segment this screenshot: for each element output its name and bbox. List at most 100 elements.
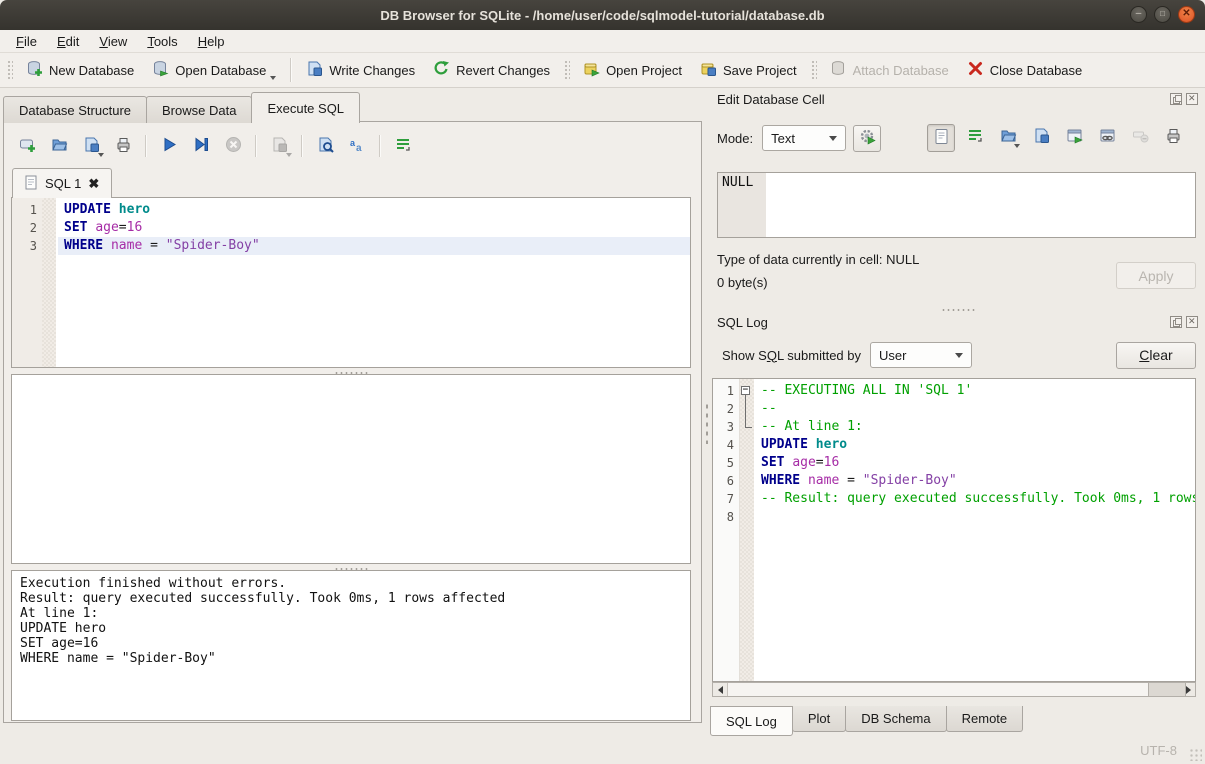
link-window-button[interactable] bbox=[1094, 124, 1120, 150]
line-number: 6 bbox=[713, 472, 739, 490]
menu-item-help[interactable]: Help bbox=[188, 32, 235, 51]
menu-item-view[interactable]: View bbox=[89, 32, 137, 51]
save-sql-file-button[interactable] bbox=[76, 132, 106, 160]
panel-splitter[interactable] bbox=[702, 121, 710, 723]
word-wrap-button[interactable] bbox=[388, 132, 418, 160]
open-sql-file-button[interactable] bbox=[44, 132, 74, 160]
bottom-dock-tab-bar: SQL LogPlotDB SchemaRemote bbox=[710, 706, 1022, 736]
print-button[interactable] bbox=[1160, 124, 1186, 150]
fold-marker bbox=[739, 418, 755, 436]
chevron-down-icon bbox=[955, 353, 963, 358]
submitted-by-select[interactable]: User bbox=[870, 342, 972, 368]
message-line: WHERE name = "Spider-Boy" bbox=[20, 651, 682, 666]
dock-splitter[interactable] bbox=[710, 306, 1205, 311]
resize-grip-icon[interactable] bbox=[1189, 748, 1202, 761]
new-database-button[interactable]: New Database bbox=[17, 56, 143, 84]
clear-log-button[interactable]: Clear bbox=[1116, 342, 1196, 369]
log-horizontal-scrollbar[interactable] bbox=[712, 682, 1196, 697]
float-dock-icon[interactable] bbox=[1170, 93, 1182, 105]
sql-editor[interactable]: 1UPDATE hero2SET age=163WHERE name = "Sp… bbox=[11, 197, 691, 368]
save-sql-file-icon bbox=[83, 136, 100, 156]
scroll-track[interactable] bbox=[728, 683, 1180, 696]
scroll-left-arrow[interactable] bbox=[713, 683, 728, 696]
sql-log-dock-title: SQL Log bbox=[717, 315, 768, 330]
new-sql-tab-button[interactable] bbox=[12, 132, 42, 160]
bottom-tab-plot[interactable]: Plot bbox=[792, 706, 846, 732]
bottom-tab-db-schema[interactable]: DB Schema bbox=[845, 706, 946, 732]
sql-editor-toolbar: aa bbox=[12, 131, 418, 161]
line-number: 1 bbox=[713, 382, 739, 400]
toolbar-button-label: Close Database bbox=[990, 63, 1083, 78]
code-line-text: WHERE name = "Spider-Boy" bbox=[755, 472, 1195, 490]
tab-browse-data[interactable]: Browse Data bbox=[146, 96, 252, 123]
code-line: 3WHERE name = "Spider-Boy" bbox=[12, 237, 690, 255]
open-project-button[interactable]: Open Project bbox=[574, 56, 691, 84]
close-button[interactable]: ✕ bbox=[1178, 6, 1195, 23]
dropdown-caret-icon bbox=[286, 153, 292, 157]
set-null-button bbox=[1127, 124, 1153, 150]
close-dock-icon[interactable] bbox=[1186, 316, 1198, 328]
export-data-button[interactable] bbox=[1028, 124, 1054, 150]
bottom-tab-sql-log[interactable]: SQL Log bbox=[710, 706, 793, 736]
execute-all-button[interactable] bbox=[154, 132, 184, 160]
tab-database-structure[interactable]: Database Structure bbox=[3, 96, 147, 123]
main-toolbar: New Database Open Database Write ChangesRe… bbox=[0, 53, 1205, 88]
fold-marker bbox=[42, 219, 58, 237]
find-replace-button[interactable] bbox=[310, 132, 340, 160]
toolbar-button-label: Open Project bbox=[606, 63, 682, 78]
submitted-by-value: User bbox=[879, 348, 906, 363]
import-data-button[interactable] bbox=[995, 124, 1021, 150]
bottom-tab-remote[interactable]: Remote bbox=[946, 706, 1024, 732]
word-wrap-button[interactable] bbox=[962, 124, 988, 150]
sql-tab-label: SQL 1 bbox=[45, 176, 81, 191]
close-database-button[interactable]: Close Database bbox=[958, 56, 1092, 84]
save-project-button[interactable]: Save Project bbox=[691, 56, 806, 84]
code-line-text: SET age=16 bbox=[58, 219, 690, 237]
sql-log-pane[interactable]: 1−-- EXECUTING ALL IN 'SQL 1'2--3-- At l… bbox=[712, 378, 1196, 682]
apply-changes-gear-icon bbox=[859, 128, 876, 148]
cell-value-editor[interactable]: NULL bbox=[717, 172, 1196, 238]
main-tab-bar: Database StructureBrowse DataExecute SQL bbox=[3, 92, 359, 123]
new-database-icon bbox=[26, 60, 43, 80]
mode-select[interactable]: Text bbox=[762, 125, 846, 151]
execute-line-button[interactable] bbox=[186, 132, 216, 160]
open-database-button[interactable]: Open Database bbox=[143, 56, 285, 84]
results-grid[interactable] bbox=[11, 374, 691, 564]
format-sql-icon: aa bbox=[349, 136, 366, 156]
execution-message-pane[interactable]: Execution finished without errors.Result… bbox=[11, 570, 691, 721]
scroll-thumb[interactable] bbox=[1148, 683, 1186, 696]
menu-item-edit[interactable]: Edit bbox=[47, 32, 89, 51]
tab-execute-sql[interactable]: Execute SQL bbox=[251, 92, 360, 123]
format-sql-button[interactable]: aa bbox=[342, 132, 372, 160]
open-project-icon bbox=[583, 60, 600, 80]
menu-item-file[interactable]: File bbox=[6, 32, 47, 51]
word-wrap-icon bbox=[967, 127, 984, 147]
maximize-button[interactable]: □ bbox=[1154, 6, 1171, 23]
fold-marker bbox=[739, 454, 755, 472]
print-icon bbox=[1165, 127, 1182, 147]
fold-marker bbox=[739, 472, 755, 490]
revert-changes-button[interactable]: Revert Changes bbox=[424, 56, 559, 84]
menu-item-tools[interactable]: Tools bbox=[137, 32, 187, 51]
fold-marker bbox=[739, 436, 755, 454]
attach-database-button: Attach Database bbox=[821, 56, 958, 84]
text-mode-button[interactable] bbox=[927, 124, 955, 152]
open-in-window-button[interactable] bbox=[1061, 124, 1087, 150]
print-button[interactable] bbox=[108, 132, 138, 160]
sql-tab-bar: SQL 1 ✖ bbox=[12, 168, 112, 198]
fold-marker: − bbox=[739, 382, 755, 400]
code-line-text: -- Result: query executed successfully. … bbox=[755, 490, 1196, 508]
message-line: SET age=16 bbox=[20, 636, 682, 651]
close-dock-icon[interactable] bbox=[1186, 93, 1198, 105]
minimize-button[interactable]: – bbox=[1130, 6, 1147, 23]
float-dock-icon[interactable] bbox=[1170, 316, 1182, 328]
mode-select-value: Text bbox=[771, 131, 795, 146]
edit-cell-dock-title: Edit Database Cell bbox=[717, 92, 825, 107]
apply-cell-changes-button[interactable] bbox=[853, 125, 881, 152]
toolbar-button-label: Open Database bbox=[175, 63, 266, 78]
tab-sql-1[interactable]: SQL 1 ✖ bbox=[12, 168, 112, 198]
right-dock-area: Edit Database Cell Mode: Text NULL Type … bbox=[710, 88, 1205, 764]
write-changes-button[interactable]: Write Changes bbox=[297, 56, 424, 84]
code-line: 7-- Result: query executed successfully.… bbox=[713, 490, 1195, 508]
close-tab-icon[interactable]: ✖ bbox=[88, 176, 99, 192]
